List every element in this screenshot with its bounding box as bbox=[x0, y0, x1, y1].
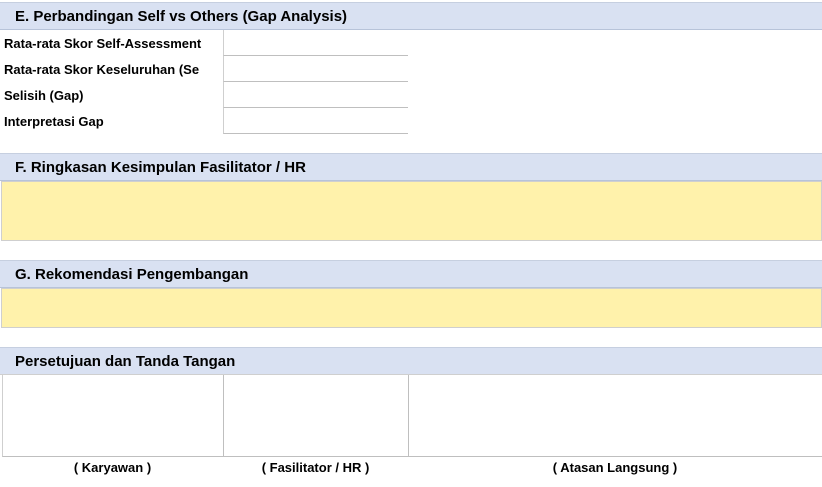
facilitator-summary-field[interactable] bbox=[1, 181, 822, 241]
section-f-title: F. Ringkasan Kesimpulan Fasilitator / HR bbox=[15, 158, 306, 176]
section-f-header: F. Ringkasan Kesimpulan Fasilitator / HR bbox=[0, 153, 822, 181]
signature-section-header: Persetujuan dan Tanda Tangan bbox=[0, 347, 822, 375]
section-g-title: G. Rekomendasi Pengembangan bbox=[15, 265, 249, 283]
section-g-header: G. Rekomendasi Pengembangan bbox=[0, 260, 822, 288]
signature-label-supervisor: ( Atasan Langsung ) bbox=[552, 459, 678, 475]
signature-section-title: Persetujuan dan Tanda Tangan bbox=[15, 352, 236, 370]
gap-row-label-overall: Rata-rata Skor Keseluruhan (Se bbox=[4, 61, 200, 77]
section-e-title: E. Perbandingan Self vs Others (Gap Anal… bbox=[15, 7, 348, 25]
gap-row-value-difference[interactable] bbox=[223, 82, 408, 108]
gap-row-label-self: Rata-rata Skor Self-Assessment bbox=[4, 35, 202, 51]
gap-row-label-interpretation: Interpretasi Gap bbox=[4, 113, 104, 129]
gap-row-value-interpretation[interactable] bbox=[223, 108, 408, 134]
signature-label-employee: ( Karyawan ) bbox=[73, 459, 152, 475]
gap-row-value-self[interactable] bbox=[223, 30, 408, 56]
gap-row-label-difference: Selisih (Gap) bbox=[4, 87, 84, 103]
gap-row-value-overall[interactable] bbox=[223, 56, 408, 82]
signature-box-employee[interactable] bbox=[2, 375, 223, 457]
signature-box-supervisor[interactable] bbox=[408, 375, 822, 457]
development-recommendation-field[interactable] bbox=[1, 288, 822, 328]
signature-area bbox=[0, 374, 822, 457]
section-e-header: E. Perbandingan Self vs Others (Gap Anal… bbox=[0, 2, 822, 30]
signature-box-facilitator[interactable] bbox=[223, 375, 408, 457]
signature-label-facilitator: ( Fasilitator / HR ) bbox=[261, 459, 370, 475]
